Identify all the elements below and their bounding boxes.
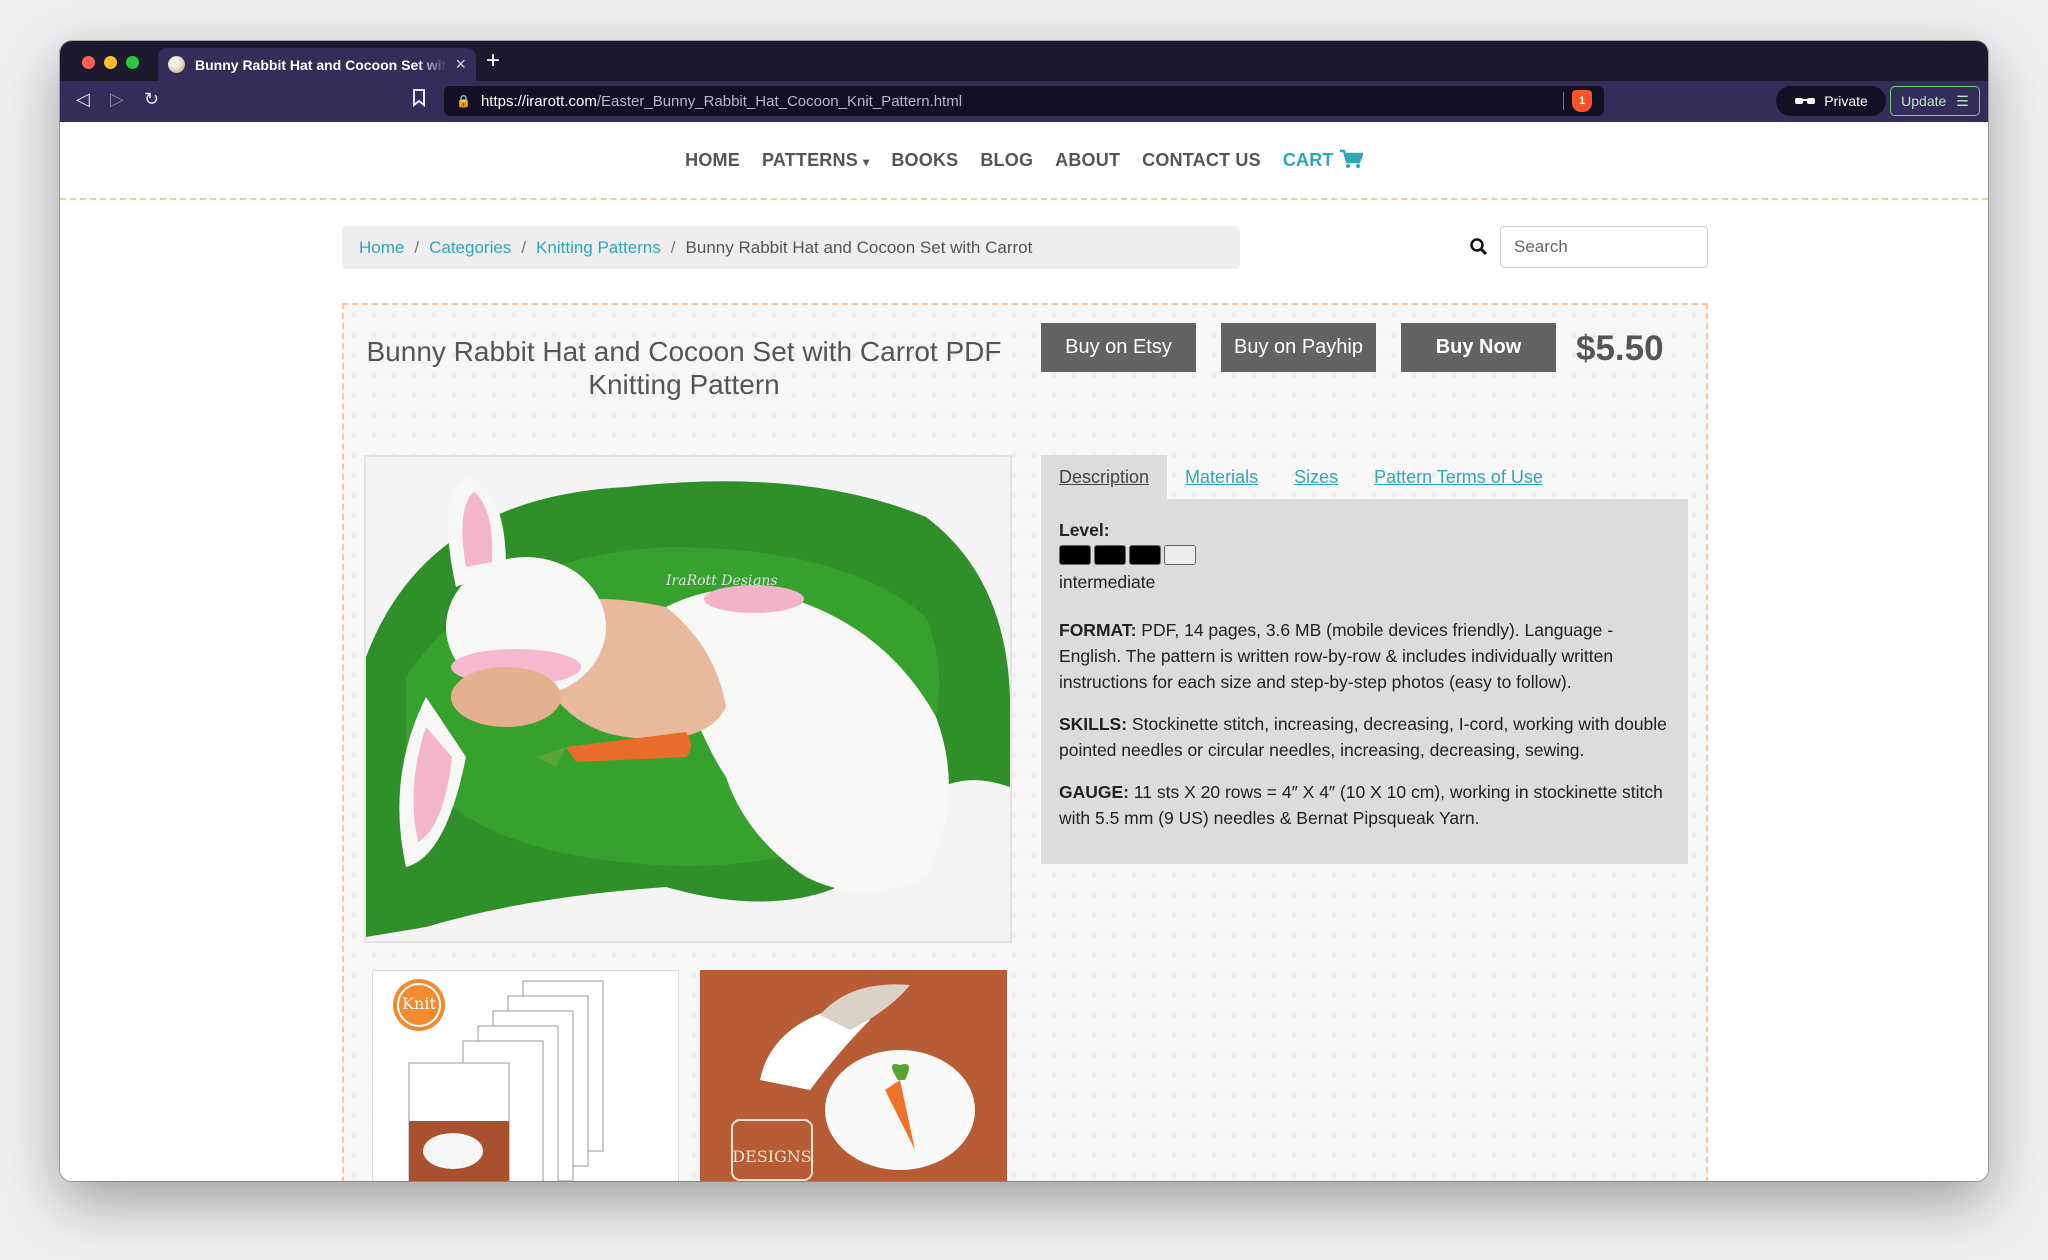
close-tab-icon[interactable]: × xyxy=(455,54,466,75)
gauge-label: GAUGE: xyxy=(1059,782,1129,802)
skills-text: Stockinette stitch, increasing, decreasi… xyxy=(1059,714,1667,760)
level-label: Level: xyxy=(1059,520,1110,540)
url-divider xyxy=(1563,92,1564,110)
bookmark-icon[interactable] xyxy=(412,89,426,112)
nav-patterns-label: PATTERNS xyxy=(761,149,858,170)
product-price: $5.50 xyxy=(1576,329,1664,368)
site-favicon-icon xyxy=(168,56,185,73)
description-panel: Level: intermediate FORMAT: PDF, 14 page… xyxy=(1041,499,1688,864)
url-host: https://irarott.com xyxy=(480,92,597,110)
minimize-window-button[interactable] xyxy=(104,56,117,69)
tab-sizes[interactable]: Sizes xyxy=(1276,455,1356,499)
site-navigation: HOME PATTERNS ▾ BOOKS BLOG ABOUT CONTACT… xyxy=(60,122,1988,200)
update-button[interactable]: Update ☰ xyxy=(1890,86,1980,116)
skills-label: SKILLS: xyxy=(1059,714,1128,734)
buy-on-etsy-button[interactable]: Buy on Etsy xyxy=(1041,323,1196,372)
web-page: HOME PATTERNS ▾ BOOKS BLOG ABOUT CONTACT… xyxy=(60,122,1988,1181)
browser-tab[interactable]: Bunny Rabbit Hat and Cocoon Set with Car… xyxy=(158,48,476,81)
private-label: Private xyxy=(1824,93,1868,109)
tab-description[interactable]: Description xyxy=(1041,455,1168,499)
tab-row: Description Materials Sizes Pattern Term… xyxy=(1041,455,1688,499)
search-box xyxy=(1470,226,1708,268)
thumb-knit-badge: Knit xyxy=(402,994,436,1013)
level-block-empty xyxy=(1164,545,1196,565)
nav-cart-label: CART xyxy=(1282,150,1334,170)
format-label: FORMAT: xyxy=(1059,620,1137,640)
breadcrumb-categories[interactable]: Categories xyxy=(429,238,511,258)
buy-now-button[interactable]: Buy Now xyxy=(1401,323,1556,372)
nav-books[interactable]: BOOKS xyxy=(880,150,969,171)
private-glasses-icon xyxy=(1795,98,1816,104)
brave-shield-icon[interactable]: 1 xyxy=(1572,90,1592,112)
thumb-designs-logo: DESIGNS xyxy=(732,1147,812,1166)
skill-level-meter xyxy=(1059,545,1670,565)
photo-watermark: IraRott Designs xyxy=(665,573,778,589)
menu-icon: ☰ xyxy=(1956,92,1969,109)
product-title: Bunny Rabbit Hat and Cocoon Set with Car… xyxy=(366,336,1002,400)
new-tab-icon[interactable]: + xyxy=(486,47,500,75)
nav-home[interactable]: HOME xyxy=(674,150,751,171)
caret-down-icon: ▾ xyxy=(863,154,870,169)
breadcrumb-knitting-patterns[interactable]: Knitting Patterns xyxy=(536,238,661,258)
gauge-text: 11 sts X 20 rows = 4″ X 4″ (10 X 10 cm),… xyxy=(1059,782,1663,828)
zoom-window-button[interactable] xyxy=(126,56,139,69)
browser-toolbar: ◁ ▷ ↻ 🔒 https://irarott.com/Easter_Bunny… xyxy=(60,81,1988,122)
tab-title: Bunny Rabbit Hat and Cocoon Set with Car… xyxy=(195,56,447,73)
breadcrumb-separator: / xyxy=(414,237,420,257)
thumbnail-cocoon-photo[interactable]: DESIGNS xyxy=(700,970,1007,1181)
nav-about[interactable]: ABOUT xyxy=(1044,150,1131,171)
product-card: Bunny Rabbit Hat and Cocoon Set with Car… xyxy=(342,303,1708,1181)
shield-count: 1 xyxy=(1578,95,1586,107)
search-icon[interactable] xyxy=(1470,238,1488,256)
close-window-button[interactable] xyxy=(82,56,95,69)
thumbnail-pattern-preview[interactable]: Knit xyxy=(372,970,679,1181)
product-tabs: Description Materials Sizes Pattern Term… xyxy=(1041,455,1688,864)
url-path: /Easter_Bunny_Rabbit_Hat_Cocoon_Knit_Pat… xyxy=(596,92,963,110)
level-block-filled xyxy=(1059,545,1091,565)
format-text: PDF, 14 pages, 3.6 MB (mobile devices fr… xyxy=(1059,620,1614,692)
breadcrumb: Home / Categories / Knitting Patterns / … xyxy=(342,226,1240,269)
nav-cart[interactable]: CART xyxy=(1272,149,1374,171)
buy-on-payhip-button[interactable]: Buy on Payhip xyxy=(1221,323,1376,372)
update-label: Update xyxy=(1901,93,1947,109)
browser-window: Bunny Rabbit Hat and Cocoon Set with Car… xyxy=(60,41,1988,1181)
level-text: intermediate xyxy=(1059,572,1156,592)
nav-patterns[interactable]: PATTERNS ▾ xyxy=(751,150,880,171)
forward-icon[interactable]: ▷ xyxy=(110,89,124,110)
format-paragraph: FORMAT: PDF, 14 pages, 3.6 MB (mobile de… xyxy=(1059,617,1670,695)
nav-blog[interactable]: BLOG xyxy=(969,150,1044,171)
level-block-filled xyxy=(1094,545,1126,565)
reload-icon[interactable]: ↻ xyxy=(144,89,159,110)
search-input[interactable] xyxy=(1500,226,1708,268)
tab-materials[interactable]: Materials xyxy=(1167,455,1276,499)
breadcrumb-separator: / xyxy=(670,237,676,257)
address-bar[interactable]: 🔒 https://irarott.com/Easter_Bunny_Rabbi… xyxy=(444,86,1604,116)
tab-terms-of-use[interactable]: Pattern Terms of Use xyxy=(1356,455,1561,499)
cart-icon xyxy=(1339,149,1364,168)
breadcrumb-separator: / xyxy=(521,237,527,257)
main-product-photo[interactable]: IraRott Designs xyxy=(364,455,1012,943)
private-indicator[interactable]: Private xyxy=(1776,86,1886,116)
nav-contact[interactable]: CONTACT US xyxy=(1131,150,1272,171)
back-icon[interactable]: ◁ xyxy=(76,89,90,110)
breadcrumb-current: Bunny Rabbit Hat and Cocoon Set with Car… xyxy=(685,237,1033,257)
skills-paragraph: SKILLS: Stockinette stitch, increasing, … xyxy=(1059,711,1670,763)
tab-bar: Bunny Rabbit Hat and Cocoon Set with Car… xyxy=(60,41,1988,81)
gauge-paragraph: GAUGE: 11 sts X 20 rows = 4″ X 4″ (10 X … xyxy=(1059,779,1670,831)
level-block-filled xyxy=(1129,545,1161,565)
lock-icon: 🔒 xyxy=(456,94,471,108)
breadcrumb-home[interactable]: Home xyxy=(359,238,404,258)
